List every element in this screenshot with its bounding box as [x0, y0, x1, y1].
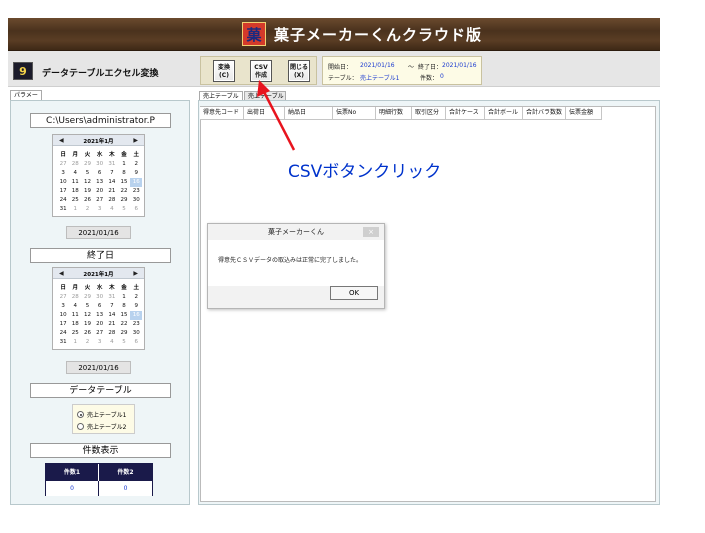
- app-window: 菓 菓子メーカーくんクラウド版 9 データテーブルエクセル変換 変換 (C) C…: [0, 0, 705, 533]
- close-icon[interactable]: ×: [363, 227, 379, 237]
- dialog-title: 菓子メーカーくん: [268, 228, 324, 236]
- ok-button[interactable]: OK: [330, 286, 378, 300]
- dialog-message: 得意先ＣＳＶデータの取込みは正常に完了しました。: [208, 240, 384, 286]
- arrow-head: [257, 80, 270, 97]
- arrow-line: [261, 89, 296, 151]
- annotation-text: CSVボタンクリック: [288, 162, 442, 182]
- message-dialog: 菓子メーカーくん × 得意先ＣＳＶデータの取込みは正常に完了しました。 OK: [207, 223, 385, 309]
